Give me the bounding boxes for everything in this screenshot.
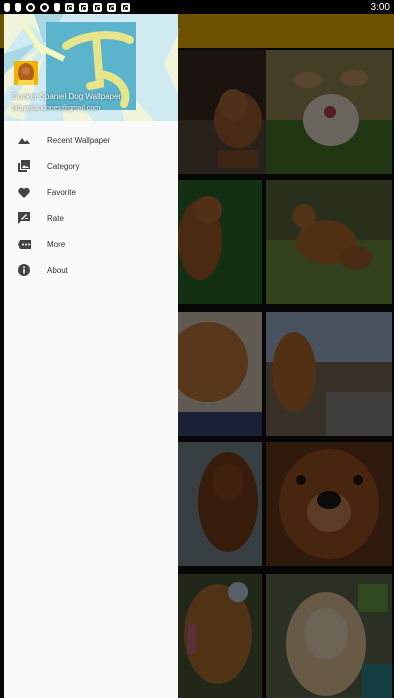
menu-item-favorite[interactable]: Favorite [4, 179, 178, 205]
menu-item-label: Category [47, 161, 80, 171]
phone-icon [4, 2, 10, 12]
instagram-icon [121, 2, 130, 12]
heart-icon [17, 185, 31, 199]
instagram-icon [65, 2, 74, 12]
menu-item-label: Favorite [47, 187, 76, 197]
notification-icons [4, 2, 130, 12]
photo-library-icon [17, 159, 31, 173]
drawer-app-name: Cocker Spaniel Dog Wallpaper [12, 92, 122, 101]
phone-icon [54, 2, 60, 12]
menu-item-rate[interactable]: Rate [4, 205, 178, 231]
info-icon [17, 263, 31, 277]
menu-item-label: About [47, 265, 68, 275]
navigation-drawer: Cocker Spaniel Dog Wallpaper bitayasando… [4, 14, 178, 698]
menu-item-about[interactable]: About [4, 257, 178, 283]
instagram-icon [107, 2, 116, 12]
menu-item-more[interactable]: More [4, 231, 178, 257]
menu-item-recent-wallpaper[interactable]: Recent Wallpaper [4, 127, 178, 153]
status-bar: 3:00 [0, 0, 394, 14]
globe-icon [40, 2, 49, 12]
status-time: 3:00 [370, 1, 390, 13]
shield-icon [26, 2, 35, 12]
instagram-icon [79, 2, 88, 12]
phone-icon [15, 2, 21, 12]
menu-item-label: More [47, 239, 66, 249]
more-dots-icon [17, 237, 31, 251]
app-avatar [14, 61, 38, 85]
menu-item-category[interactable]: Category [4, 153, 178, 179]
instagram-icon [93, 2, 102, 12]
rate-review-icon [17, 211, 31, 225]
drawer-header: Cocker Spaniel Dog Wallpaper bitayasando… [4, 14, 178, 121]
menu-item-label: Recent Wallpaper [47, 135, 111, 145]
drawer-email: bitayasandones@gmail.com [12, 105, 101, 112]
landscape-icon [17, 133, 31, 147]
drawer-menu: Recent Wallpaper Category Favorite Rate … [4, 127, 178, 283]
menu-item-label: Rate [47, 213, 64, 223]
